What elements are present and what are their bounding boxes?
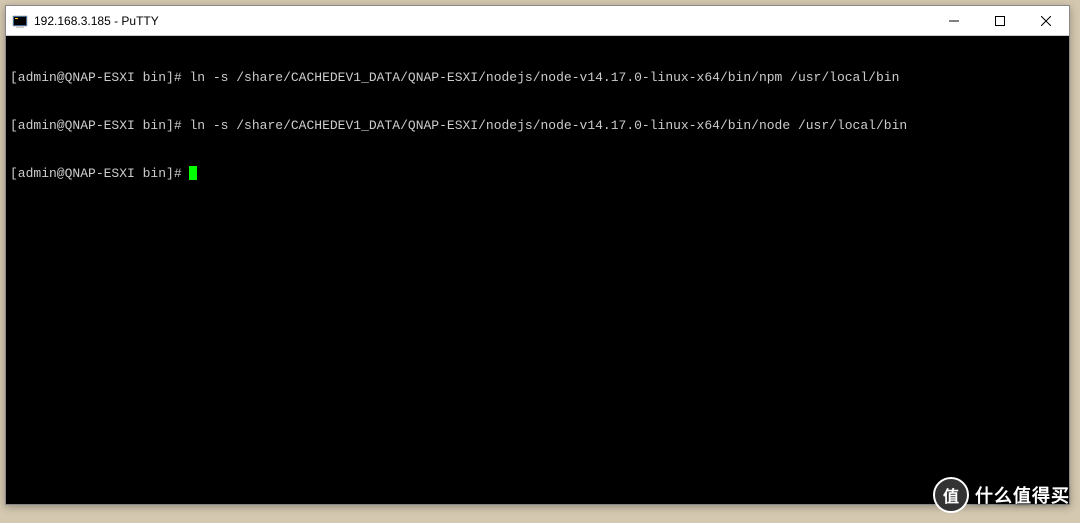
watermark-badge-icon: 值 xyxy=(933,477,969,513)
terminal-area[interactable]: [admin@QNAP-ESXI bin]# ln -s /share/CACH… xyxy=(6,36,1069,504)
watermark: 值 什么值得买 xyxy=(933,477,1070,513)
shell-prompt: [admin@QNAP-ESXI bin]# xyxy=(10,166,182,181)
terminal-line: [admin@QNAP-ESXI bin]# ln -s /share/CACH… xyxy=(10,118,1065,134)
watermark-text: 什么值得买 xyxy=(975,482,1070,508)
putty-icon xyxy=(12,13,28,29)
shell-prompt: [admin@QNAP-ESXI bin]# xyxy=(10,70,182,85)
shell-prompt: [admin@QNAP-ESXI bin]# xyxy=(10,118,182,133)
window-title: 192.168.3.185 - PuTTY xyxy=(34,14,931,28)
shell-command: ln -s /share/CACHEDEV1_DATA/QNAP-ESXI/no… xyxy=(189,70,899,85)
titlebar[interactable]: 192.168.3.185 - PuTTY xyxy=(6,6,1069,36)
minimize-button[interactable] xyxy=(931,6,977,35)
maximize-button[interactable] xyxy=(977,6,1023,35)
close-button[interactable] xyxy=(1023,6,1069,35)
terminal-line: [admin@QNAP-ESXI bin]# xyxy=(10,166,1065,182)
putty-window: 192.168.3.185 - PuTTY [admin@QNAP-ESXI b… xyxy=(5,5,1070,505)
cursor-block xyxy=(189,166,197,180)
window-controls xyxy=(931,6,1069,35)
terminal-line: [admin@QNAP-ESXI bin]# ln -s /share/CACH… xyxy=(10,70,1065,86)
shell-command: ln -s /share/CACHEDEV1_DATA/QNAP-ESXI/no… xyxy=(189,118,907,133)
